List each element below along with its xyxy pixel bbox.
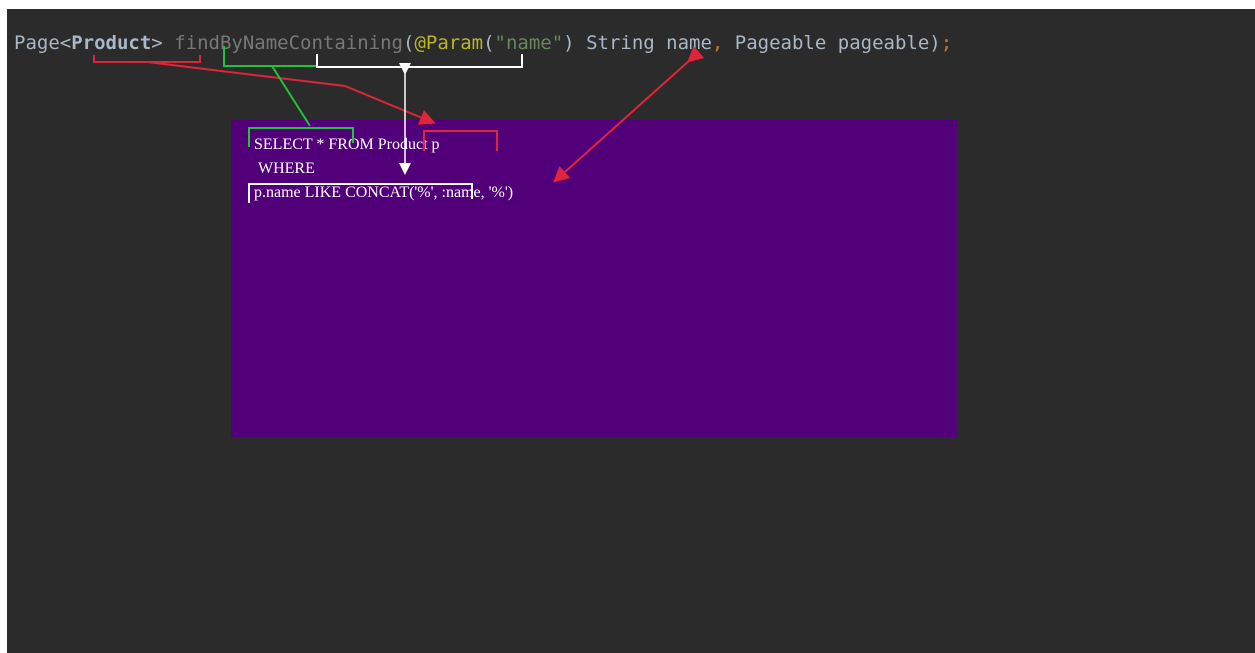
code-product-type: Product	[71, 32, 152, 54]
code-string-literal: "name"	[494, 32, 564, 54]
diagram-canvas: Page<Product> findByNameContaining(@Para…	[0, 0, 1255, 653]
code-annotation-close: )	[563, 32, 575, 54]
code-param-annotation: @Param	[414, 32, 484, 54]
code-lt: <	[59, 32, 72, 54]
sql-from: FROM	[328, 136, 378, 153]
sql-concat-args: ('%', :name, '%')	[409, 184, 514, 201]
code-comma: ,	[711, 32, 724, 54]
sql-alias: p	[427, 136, 440, 153]
code-open-paren: (	[402, 32, 415, 54]
sql-product-table: Product	[377, 136, 428, 153]
code-semicolon: ;	[940, 32, 953, 54]
sql-select: SELECT *	[254, 136, 329, 153]
code-method-name: findByNameContaining	[174, 32, 403, 54]
sql-line-where: WHERE	[258, 160, 315, 177]
sql-query-box	[231, 120, 957, 437]
repository-method-signature: Page<Product> findByNameContaining(@Para…	[14, 30, 952, 56]
sql-like-concat: p.name LIKE CONCAT	[254, 184, 410, 201]
code-gt: >	[151, 32, 163, 54]
code-param-pageable: Pageable pageable)	[723, 32, 941, 54]
code-annotation-open: (	[483, 32, 495, 54]
code-page-type: Page	[14, 32, 60, 54]
code-param-name: String name	[574, 32, 712, 54]
sql-line-like: p.name LIKE CONCAT('%', :name, '%')	[254, 184, 513, 202]
sql-line-select: SELECT * FROM Product p	[254, 136, 440, 154]
